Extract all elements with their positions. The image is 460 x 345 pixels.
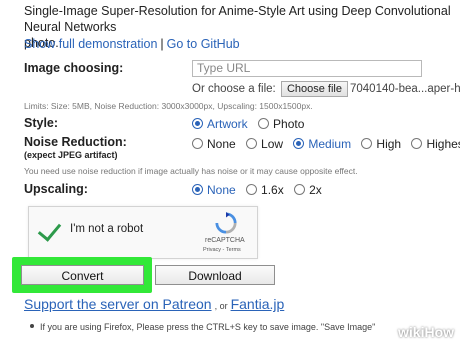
image-choosing-label: Image choosing: bbox=[24, 61, 124, 75]
convert-button[interactable]: Convert bbox=[21, 265, 144, 285]
noise-reduction-label: Noise Reduction: bbox=[24, 135, 127, 149]
recaptcha-widget[interactable]: I'm not a robot reCAPTCHA Privacy - Term… bbox=[28, 206, 258, 259]
radio-icon[interactable] bbox=[411, 138, 423, 149]
recaptcha-terms[interactable]: Privacy - Terms bbox=[203, 247, 241, 253]
radio-icon[interactable] bbox=[246, 138, 258, 149]
file-prefix: Or choose a file: bbox=[192, 83, 276, 96]
show-demo-link[interactable]: Show full demonstration bbox=[24, 37, 157, 51]
download-button[interactable]: Download bbox=[155, 265, 275, 285]
radio-icon[interactable] bbox=[192, 118, 203, 129]
radio-icon[interactable] bbox=[258, 118, 270, 129]
radio-icon[interactable] bbox=[192, 184, 203, 195]
url-input[interactable]: Type URL bbox=[192, 60, 422, 77]
support-links: Support the server on Patreon, or Fantia.… bbox=[24, 296, 284, 312]
file-name: 7040140-bea...aper-hd.jpg bbox=[349, 83, 460, 96]
radio-icon[interactable] bbox=[361, 138, 373, 149]
upscaling-options: None 1.6x 2x bbox=[192, 183, 329, 197]
limits-note: Limits: Size: 5MB, Noise Reduction: 3000… bbox=[24, 101, 313, 111]
upscaling-option-2x[interactable]: 2x bbox=[294, 183, 322, 197]
noise-option-none[interactable]: None bbox=[192, 137, 236, 151]
upscaling-label: Upscaling: bbox=[24, 182, 88, 196]
recaptcha-label: I'm not a robot bbox=[70, 223, 144, 235]
link-separator: | bbox=[160, 37, 164, 51]
radio-icon[interactable] bbox=[192, 138, 203, 149]
noise-note: You need use noise reduction if image ac… bbox=[24, 166, 358, 176]
noise-option-low[interactable]: Low bbox=[246, 137, 283, 151]
noise-reduction-sublabel: (expect JPEG artifact) bbox=[24, 150, 118, 160]
noise-option-high[interactable]: High bbox=[361, 137, 401, 151]
radio-icon[interactable] bbox=[294, 184, 306, 195]
github-link[interactable]: Go to GitHub bbox=[167, 37, 240, 51]
patreon-link[interactable]: Support the server on Patreon bbox=[24, 296, 212, 312]
radio-icon[interactable] bbox=[246, 184, 258, 195]
file-chooser-row: Or choose a file: Choose file 7040140-bea… bbox=[192, 81, 460, 97]
recaptcha-logo-icon bbox=[215, 212, 237, 234]
upscaling-option-1-6x[interactable]: 1.6x bbox=[246, 183, 284, 197]
top-links: Show full demonstration | Go to GitHub bbox=[24, 37, 240, 51]
checkmark-icon[interactable] bbox=[37, 217, 62, 242]
noise-option-medium[interactable]: Medium bbox=[293, 137, 351, 151]
style-option-artwork[interactable]: Artwork bbox=[192, 117, 248, 131]
style-label: Style: bbox=[24, 116, 59, 130]
waifu2x-page: Single-Image Super-Resolution for Anime-… bbox=[0, 0, 460, 345]
wikihow-watermark: wikiHow bbox=[398, 324, 455, 340]
noise-options: None Low Medium High Highest bbox=[192, 137, 460, 151]
choose-file-button[interactable]: Choose file bbox=[280, 81, 348, 97]
firefox-note: If you are using Firefox, Please press t… bbox=[40, 322, 376, 332]
url-placeholder: Type URL bbox=[197, 61, 251, 75]
recaptcha-brand: reCAPTCHA bbox=[205, 237, 245, 244]
style-option-photo[interactable]: Photo bbox=[258, 117, 304, 131]
noise-option-highest[interactable]: Highest bbox=[411, 137, 460, 151]
radio-icon[interactable] bbox=[293, 138, 305, 149]
upscaling-option-none[interactable]: None bbox=[192, 183, 236, 197]
support-or: , or bbox=[214, 301, 228, 311]
bullet-icon bbox=[30, 324, 34, 328]
style-options: Artwork Photo bbox=[192, 117, 311, 131]
fantia-link[interactable]: Fantia.jp bbox=[231, 296, 285, 312]
